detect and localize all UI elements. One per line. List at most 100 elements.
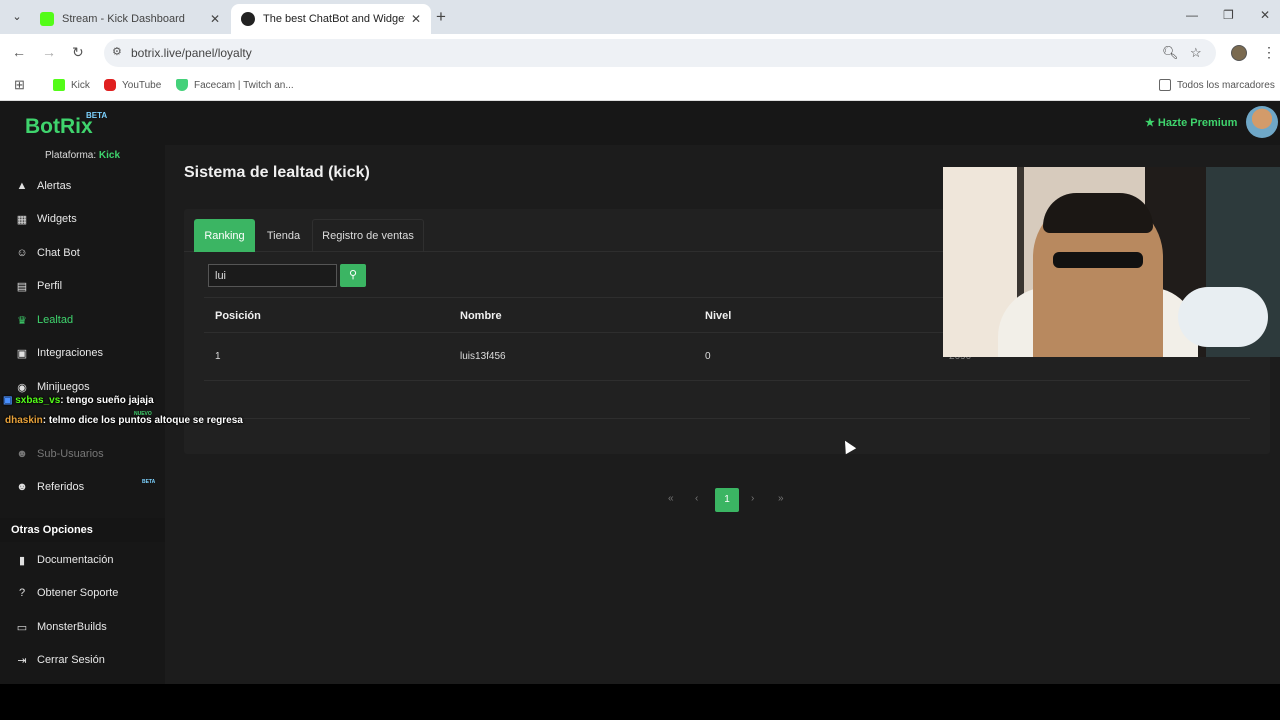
url-text[interactable]: botrix.live/panel/loyalty bbox=[131, 46, 252, 60]
page-title: Sistema de lealtad (kick) bbox=[184, 164, 370, 181]
sidebar-item-referidos[interactable]: ☻ Referidos bbox=[0, 472, 165, 502]
forward-arrow-icon[interactable]: → bbox=[42, 44, 56, 60]
botrix-logo[interactable]: BotRix bbox=[25, 115, 93, 139]
sidebar-item-label: Cerrar Sesión bbox=[37, 654, 105, 666]
users-icon: ☻ bbox=[16, 448, 28, 460]
browser-toolbar: ← → ↻ ⚙ botrix.live/panel/loyalty 🔍︎ ☆ ⋮ bbox=[0, 34, 1280, 72]
otras-opciones-heading: Otras Opciones bbox=[0, 518, 165, 542]
browser-tab-botrix[interactable]: The best ChatBot and Widgets f ✕ bbox=[231, 4, 431, 34]
platform-value: Kick bbox=[98, 150, 121, 161]
bookmark-label: Kick bbox=[71, 79, 90, 91]
sidebar-item-label: Perfil bbox=[37, 280, 63, 292]
cell-nombre: luis13f456 bbox=[460, 351, 506, 362]
tab-title: The best ChatBot and Widgets f bbox=[263, 13, 405, 25]
robot-icon: ☺ bbox=[16, 247, 28, 259]
bookmark-youtube[interactable]: YouTube bbox=[104, 79, 161, 91]
sidebar-item-label: Obtener Soporte bbox=[37, 587, 119, 599]
bookmark-label: Todos los marcadores bbox=[1177, 79, 1275, 91]
premium-link[interactable]: ★ Hazte Premium bbox=[1145, 116, 1237, 129]
webcam-person-hair bbox=[1043, 193, 1153, 233]
close-window-icon[interactable]: ✕ bbox=[1260, 8, 1270, 22]
sidebar-item-widgets[interactable]: ▦ Widgets bbox=[0, 204, 165, 234]
youtube-icon bbox=[104, 79, 116, 91]
sidebar-item-label: Sub-Usuarios bbox=[37, 448, 104, 460]
apps-grid-icon[interactable]: ⊞ bbox=[14, 77, 25, 93]
browser-tabstrip: ⌄ Stream - Kick Dashboard ✕ The best Cha… bbox=[0, 0, 1280, 34]
card-footer-divider bbox=[204, 418, 1250, 419]
column-header-nivel[interactable]: Nivel bbox=[705, 310, 731, 322]
sidebar-item-label: Documentación bbox=[37, 554, 114, 566]
bookmark-star-icon[interactable]: ☆ bbox=[1190, 45, 1202, 61]
referidos-beta-badge: BETA bbox=[142, 479, 156, 485]
sidebar-item-soporte[interactable]: ? Obtener Soporte bbox=[0, 578, 165, 608]
sidebar-item-sub-usuarios[interactable]: ☻ Sub-Usuarios bbox=[0, 439, 165, 469]
sidebar-item-label: Alertas bbox=[37, 180, 72, 192]
close-tab-icon[interactable]: ✕ bbox=[210, 12, 220, 26]
webcam-sunglasses bbox=[1053, 252, 1143, 268]
kick-favicon-icon bbox=[40, 12, 54, 26]
sidebar-item-chat-bot[interactable]: ☺ Chat Bot bbox=[0, 238, 165, 268]
folder-icon bbox=[1159, 79, 1171, 91]
bottom-black-bar bbox=[0, 684, 1280, 720]
new-tab-plus-icon[interactable]: + bbox=[436, 8, 446, 26]
app-header: BotRix BETA ★ Hazte Premium bbox=[0, 101, 1280, 145]
chat-username: dhaskin bbox=[5, 415, 43, 426]
search-icon: ⚲ bbox=[348, 269, 358, 281]
sidebar-item-documentacion[interactable]: ▮ Documentación bbox=[0, 545, 165, 575]
cell-posicion: 1 bbox=[215, 351, 221, 362]
sidebar-item-perfil[interactable]: ▤ Perfil bbox=[0, 271, 165, 301]
tab-registro-ventas[interactable]: Registro de ventas bbox=[312, 219, 424, 252]
bookmark-label: Facecam | Twitch an... bbox=[194, 79, 294, 91]
site-info-icon[interactable]: ⚙ bbox=[112, 45, 122, 58]
back-arrow-icon[interactable]: ← bbox=[12, 44, 26, 60]
trophy-icon: ♛ bbox=[17, 314, 27, 327]
sidebar-item-alertas[interactable]: ▲ Alertas bbox=[0, 171, 165, 201]
page-button-current[interactable]: 1 bbox=[715, 488, 739, 512]
sidebar-item-integraciones[interactable]: ▣ Integraciones bbox=[0, 338, 165, 368]
sidebar-item-label: Chat Bot bbox=[37, 247, 80, 259]
book-icon: ▮ bbox=[18, 554, 26, 567]
sidebar-item-label: Minijuegos bbox=[37, 381, 90, 393]
question-icon: ? bbox=[18, 587, 26, 599]
bookmark-label: YouTube bbox=[122, 79, 162, 91]
browser-menu-icon[interactable]: ⋮ bbox=[1262, 44, 1276, 61]
logout-icon: ⇥ bbox=[17, 654, 27, 667]
sidebar-item-label: MonsterBuilds bbox=[37, 621, 107, 633]
tab-search-dropdown-icon[interactable]: ⌄ bbox=[8, 8, 26, 26]
tab-title: Stream - Kick Dashboard bbox=[62, 13, 185, 25]
bookmark-kick[interactable]: Kick bbox=[53, 79, 90, 91]
cell-nivel: 0 bbox=[705, 351, 711, 362]
shield-icon bbox=[176, 79, 188, 91]
tab-ranking[interactable]: Ranking bbox=[194, 219, 255, 252]
kick-icon bbox=[53, 79, 65, 91]
minimize-icon[interactable]: — bbox=[1186, 8, 1198, 22]
restore-icon[interactable]: ❐ bbox=[1223, 8, 1234, 22]
column-header-nombre[interactable]: Nombre bbox=[460, 310, 502, 322]
address-bar[interactable]: ⚙ botrix.live/panel/loyalty 🔍︎ ☆ bbox=[104, 39, 1216, 67]
zoom-icon[interactable]: 🔍︎ bbox=[1162, 45, 1179, 61]
last-page-icon[interactable]: » bbox=[778, 493, 784, 504]
sidebar-item-label: Referidos bbox=[37, 481, 85, 493]
all-bookmarks[interactable]: Todos los marcadores bbox=[1159, 79, 1275, 91]
sidebar-item-monsterbuilds[interactable]: ▭ MonsterBuilds bbox=[0, 612, 165, 642]
search-button[interactable]: ⚲ bbox=[340, 264, 366, 287]
browser-tab-kick[interactable]: Stream - Kick Dashboard ✕ bbox=[30, 4, 230, 34]
bookmark-facecam[interactable]: Facecam | Twitch an... bbox=[176, 79, 294, 91]
ranking-search-input[interactable] bbox=[208, 264, 337, 287]
column-header-posicion[interactable]: Posición bbox=[215, 310, 261, 322]
profile-avatar[interactable] bbox=[1231, 45, 1247, 61]
close-tab-icon[interactable]: ✕ bbox=[411, 12, 421, 26]
prev-page-icon[interactable]: ‹ bbox=[695, 493, 698, 504]
gamepad-icon: ◉ bbox=[17, 381, 27, 394]
reload-icon[interactable]: ↻ bbox=[72, 44, 84, 61]
tab-tienda[interactable]: Tienda bbox=[256, 219, 311, 252]
sidebar-item-lealtad[interactable]: ♛ Lealtad bbox=[0, 305, 165, 335]
sidebar-item-cerrar-sesion[interactable]: ⇥ Cerrar Sesión bbox=[0, 645, 165, 675]
platform-indicator: Plataforma: Kick bbox=[45, 150, 120, 161]
next-page-icon[interactable]: › bbox=[751, 493, 754, 504]
sidebar-item-label: Widgets bbox=[37, 213, 77, 225]
first-page-icon[interactable]: « bbox=[668, 493, 674, 504]
user-avatar[interactable] bbox=[1246, 106, 1278, 138]
widgets-icon: ▦ bbox=[16, 213, 28, 226]
user-group-icon: ☻ bbox=[16, 481, 28, 493]
